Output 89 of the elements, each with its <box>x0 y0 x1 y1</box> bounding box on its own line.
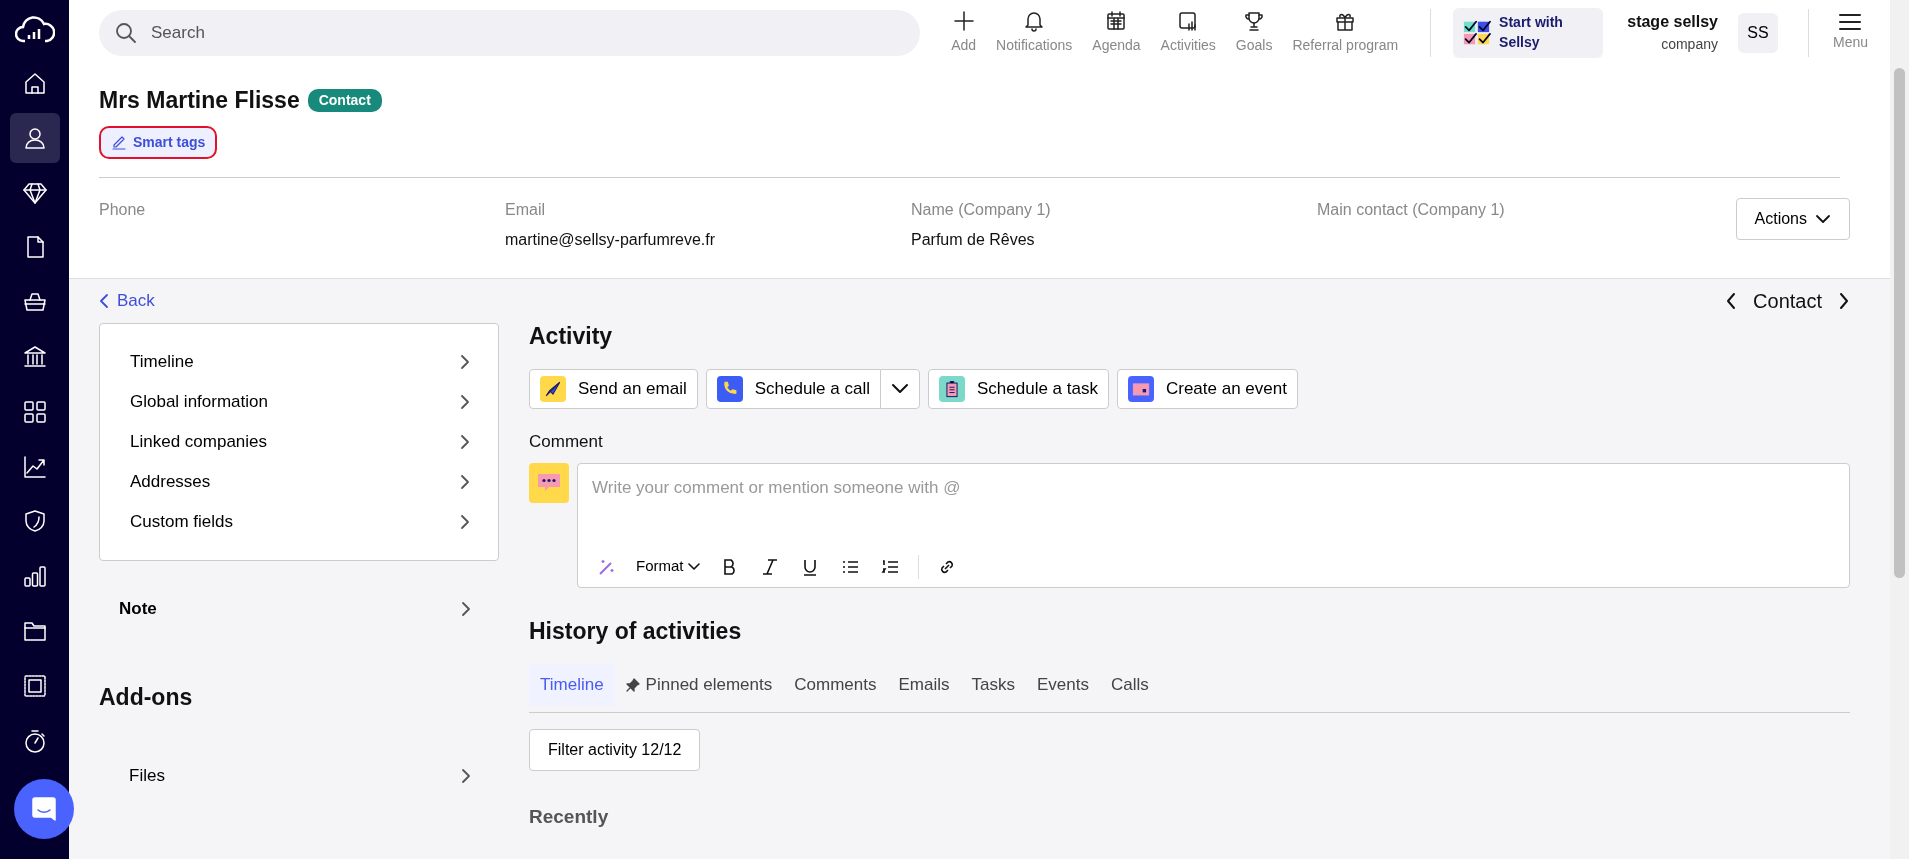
start-with-button[interactable]: Start with Sellsy <box>1453 7 1604 58</box>
back-link[interactable]: Back <box>99 287 155 314</box>
chevron-right-icon <box>1838 291 1850 310</box>
contact-badge: Contact <box>307 88 382 112</box>
paper-plane-icon <box>540 376 566 402</box>
chevron-right-icon <box>461 767 471 784</box>
stamp-icon <box>21 672 48 699</box>
section-title: History of activities <box>529 616 743 646</box>
chevron-down-icon <box>891 383 909 395</box>
menu-item[interactable]: Addresses <box>100 461 498 502</box>
smart-tags-button[interactable]: Smart tags <box>99 125 218 159</box>
chevron-left-icon <box>1725 291 1738 310</box>
menu-item[interactable]: Custom fields <box>100 501 498 542</box>
activity-button[interactable]: Send an email <box>529 369 698 409</box>
field-label: Name (Company 1) <box>911 199 1052 220</box>
speech-bubble-icon <box>529 462 569 503</box>
chevron-right-icon <box>460 473 470 490</box>
clipboard-icon <box>939 376 965 402</box>
history-tab[interactable]: Tasks <box>960 664 1026 706</box>
filter-button[interactable]: Filter activity 12/12 <box>529 728 701 771</box>
field-label: Email <box>505 199 546 220</box>
history-tab[interactable]: Pinned elements <box>614 664 784 706</box>
chevron-left-icon <box>99 292 109 309</box>
pager-label: Contact <box>1753 288 1822 314</box>
chevron-down-icon <box>1815 213 1831 224</box>
toolbar-action[interactable]: Agenda <box>1082 9 1151 56</box>
chevron-right-icon <box>460 353 470 370</box>
toolbar-action[interactable]: Add <box>941 9 987 56</box>
field-label: Phone <box>99 199 147 220</box>
next-button[interactable] <box>1838 291 1850 310</box>
actions-button[interactable]: Actions <box>1735 197 1850 240</box>
format-dropdown[interactable]: Format <box>630 555 706 578</box>
toolbar-action[interactable]: Notifications <box>986 9 1083 56</box>
dropdown-button[interactable] <box>880 369 920 409</box>
toolbar-action[interactable]: Goals <box>1225 9 1283 56</box>
menu-item[interactable]: Global information <box>100 381 498 422</box>
comment-label: Comment <box>529 431 604 453</box>
grid-icon <box>21 398 48 425</box>
bank-icon <box>21 344 48 370</box>
plus-icon <box>952 9 975 32</box>
history-tab[interactable]: Calls <box>1099 664 1160 706</box>
field-value: martine@sellsy-parfumreve.fr <box>505 229 717 250</box>
bar-chart-icon <box>21 563 48 590</box>
menu-icon <box>1838 12 1863 32</box>
history-tab[interactable]: Comments <box>783 664 888 706</box>
bell-icon <box>1023 9 1046 32</box>
account-name: stage sellsy <box>1627 12 1718 32</box>
section-title: Activity <box>529 321 614 351</box>
activity-button[interactable]: Schedule a call <box>705 369 881 409</box>
pencil-icon <box>111 134 127 150</box>
toolbar-action[interactable]: Activities <box>1150 9 1226 56</box>
chevron-right-icon <box>460 513 470 530</box>
toolbar-action[interactable]: Referral program <box>1282 9 1409 56</box>
note-item[interactable]: Note <box>99 576 499 642</box>
phone-icon <box>716 376 743 402</box>
chevron-right-icon <box>461 601 471 617</box>
calendar-card-icon <box>1127 376 1154 402</box>
history-tab[interactable]: Timeline <box>529 664 615 706</box>
history-tab[interactable]: Emails <box>887 664 961 706</box>
line-chart-icon <box>21 453 48 480</box>
activity-button[interactable]: Create an event <box>1116 369 1298 409</box>
cloud-logo-icon <box>14 13 55 45</box>
pin-icon <box>625 677 640 692</box>
checklist-icon <box>1463 18 1492 47</box>
sidebar-item[interactable] <box>9 112 60 163</box>
activity-button[interactable]: Schedule a task <box>928 369 1109 409</box>
field-value: Parfum de Rêves <box>911 229 1036 250</box>
previous-button[interactable] <box>1725 291 1738 310</box>
comment-field[interactable]: Write your comment or mention someone with @ Format <box>577 462 1850 588</box>
addon-item[interactable]: Files <box>99 734 499 817</box>
chevron-right-icon <box>460 433 470 450</box>
calendar-icon <box>1105 9 1128 32</box>
chevron-down-icon <box>687 562 700 571</box>
chat-icon <box>30 795 58 823</box>
section-title: Add-ons <box>99 682 194 712</box>
chevron-right-icon <box>460 393 470 410</box>
account-type: company <box>1660 35 1718 54</box>
menu-item[interactable]: Linked companies <box>100 421 498 462</box>
trophy-icon <box>1243 9 1266 32</box>
menu-button[interactable]: Menu <box>1826 11 1874 54</box>
scrollbar-thumb[interactable] <box>1894 68 1905 578</box>
field-label: Main contact (Company 1) <box>1317 199 1506 220</box>
chat-button[interactable] <box>14 779 74 839</box>
user-avatar[interactable]: SS <box>1737 12 1778 53</box>
history-tab[interactable]: Events <box>1025 664 1100 706</box>
contact-name: Mrs Martine Flisse <box>99 86 300 115</box>
menu-item[interactable]: Timeline <box>100 341 498 382</box>
search-field[interactable]: Search <box>99 9 920 56</box>
section-heading: Recently <box>529 804 610 829</box>
